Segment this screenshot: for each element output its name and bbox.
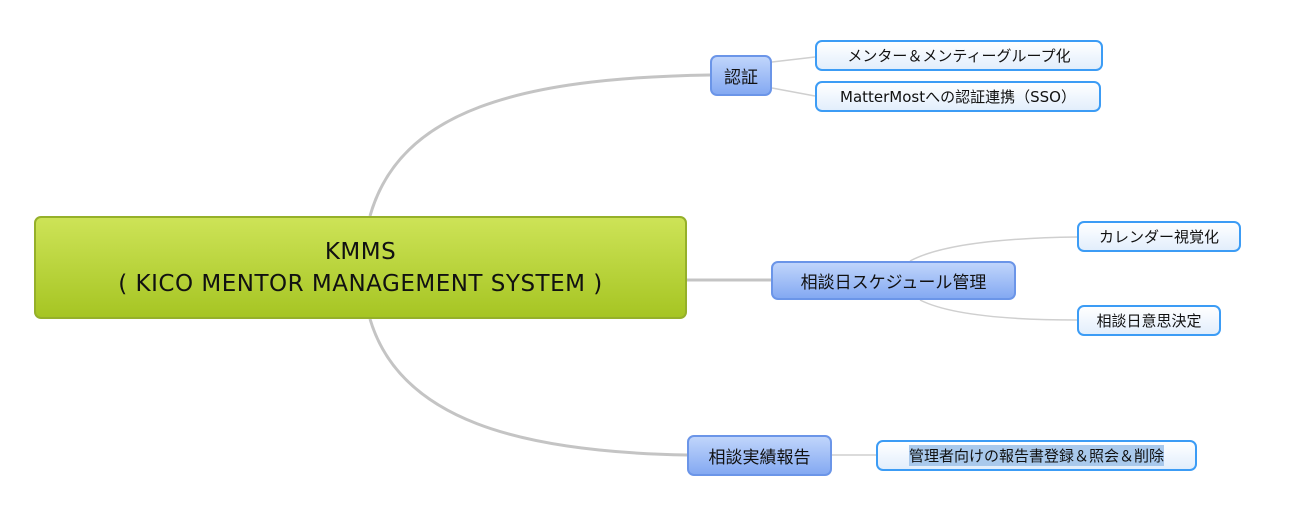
connector-auth-leaf2 bbox=[771, 87, 816, 97]
branch-report[interactable]: 相談実績報告 bbox=[687, 435, 832, 476]
connector-root-report bbox=[368, 318, 688, 457]
leaf-admin-report-text[interactable]: 管理者向けの報告書登録＆照会＆削除 bbox=[908, 445, 1164, 466]
root-node[interactable]: KMMS ( KICO MENTOR MANAGEMENT SYSTEM ) bbox=[34, 216, 687, 319]
connector-schedule-leaf2 bbox=[919, 299, 1078, 321]
leaf-admin-report[interactable]: 管理者向けの報告書登録＆照会＆削除 bbox=[876, 440, 1197, 471]
leaf-mattermost-sso[interactable]: MatterMostへの認証連携（SSO） bbox=[815, 81, 1101, 112]
connector-auth-leaf1 bbox=[771, 56, 816, 63]
connector-schedule-leaf1 bbox=[909, 236, 1078, 262]
root-subtitle: ( KICO MENTOR MANAGEMENT SYSTEM ) bbox=[118, 270, 603, 297]
leaf-decision[interactable]: 相談日意思決定 bbox=[1077, 305, 1221, 336]
branch-schedule[interactable]: 相談日スケジュール管理 bbox=[771, 261, 1016, 300]
leaf-mentor-grouping[interactable]: メンター＆メンティーグループ化 bbox=[815, 40, 1103, 71]
root-title: KMMS bbox=[324, 238, 397, 265]
leaf-calendar[interactable]: カレンダー視覚化 bbox=[1077, 221, 1241, 252]
branch-auth[interactable]: 認証 bbox=[710, 55, 772, 96]
connector-root-auth bbox=[368, 73, 711, 217]
